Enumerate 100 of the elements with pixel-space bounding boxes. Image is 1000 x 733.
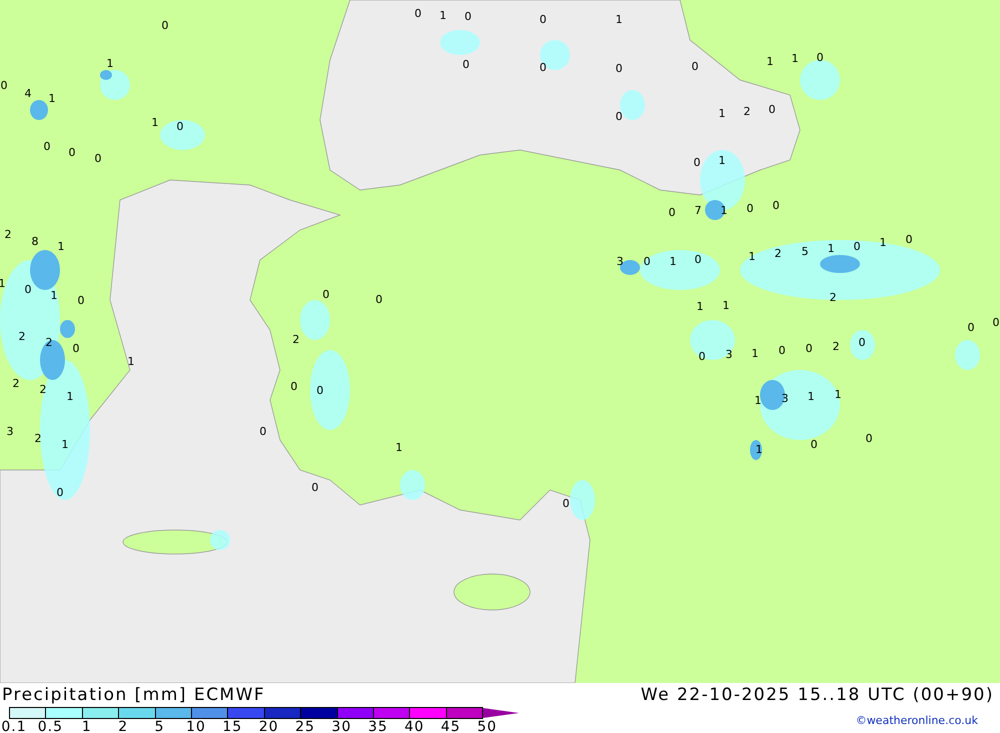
precipitation-value: 1	[766, 55, 774, 68]
precipitation-value: 1	[754, 394, 762, 407]
precipitation-value: 0	[56, 486, 64, 499]
precipitation-value: 3	[726, 348, 732, 361]
precipitation-value: 0	[376, 293, 382, 306]
precipitation-value: 0	[176, 120, 184, 133]
precipitation-value: 1	[720, 204, 728, 217]
precipitation-value: 2	[292, 333, 300, 346]
precipitation-value: 1	[696, 300, 704, 313]
precipitation-value: 1	[718, 107, 726, 120]
precipitation-value: 3	[782, 392, 788, 405]
precipitation-value: 1	[722, 299, 730, 312]
precipitation-value: 0	[94, 152, 102, 165]
precipitation-value: 0	[906, 233, 912, 246]
scale-tick-label: 1	[82, 719, 92, 733]
scale-tick-label: 10	[186, 719, 206, 733]
precipitation-value: 0	[810, 438, 818, 451]
precipitation-value: 0	[772, 199, 780, 212]
precipitation-value: 1	[0, 277, 6, 290]
precipitation-value: 0	[260, 425, 266, 438]
precipitation-value: 0	[72, 342, 80, 355]
precipitation-value: 0	[694, 156, 700, 169]
precipitation-value: 1	[48, 92, 56, 105]
precipitation-value: 0	[992, 316, 1000, 329]
precipitation-value: 8	[32, 235, 38, 248]
precipitation-value: 5	[802, 245, 808, 258]
scale-tick-label: 20	[258, 719, 279, 733]
scale-tick-label: 5	[154, 719, 165, 733]
precipitation-value: 1	[66, 390, 74, 403]
precipitation-value: 0	[540, 61, 546, 74]
precipitation-value: 1	[752, 347, 758, 360]
precipitation-value: 1	[128, 355, 134, 368]
credit-link[interactable]: ©weatheronline.co.uk	[856, 714, 978, 726]
precipitation-value: 1	[58, 240, 64, 253]
scale-tick-label: 40	[404, 719, 424, 733]
precipitation-value: 0	[858, 336, 866, 349]
precipitation-value: 0	[616, 62, 622, 75]
precipitation-value: 1	[756, 443, 762, 456]
precipitation-value: 0	[44, 140, 50, 153]
precipitation-value: 3	[6, 425, 14, 438]
precipitation-value: 1	[616, 13, 622, 26]
precipitation-value: 0	[866, 432, 872, 445]
scale-tick-label: 30	[332, 719, 352, 733]
scale-tick-label: 2	[118, 719, 128, 733]
precipitation-value: 7	[694, 204, 702, 217]
precipitation-value: 2	[34, 432, 42, 445]
precipitation-value: 1	[396, 441, 402, 454]
scale-tick-label: 15	[222, 719, 242, 733]
precipitation-value: 0	[668, 206, 676, 219]
precipitation-value: 0	[24, 283, 32, 296]
precipitation-value: 2	[774, 247, 782, 260]
scale-tick-label: 0.5	[38, 719, 64, 733]
precipitation-value: 1	[828, 242, 834, 255]
precipitation-value: 4	[24, 87, 32, 100]
precipitation-value: 2	[832, 340, 840, 353]
precipitation-value: 0	[746, 202, 754, 215]
precipitation-value: 0	[698, 350, 706, 363]
precipitation-value: 1	[50, 289, 58, 302]
precipitation-value: 0	[644, 255, 650, 268]
precipitation-value: 2	[40, 383, 46, 396]
precipitation-value: 0	[316, 384, 324, 397]
precipitation-value: 2	[744, 105, 750, 118]
precipitation-value: 0	[768, 103, 776, 116]
precipitation-value: 1	[152, 116, 158, 129]
precipitation-value: 1	[718, 154, 726, 167]
precipitation-value: 0	[312, 481, 318, 494]
precipitation-value: 2	[4, 228, 12, 241]
scale-tick-label: 45	[440, 719, 461, 733]
valid-time: We 22-10-2025 15..18 UTC (00+90)	[640, 685, 994, 707]
precipitation-value: 0	[462, 58, 470, 71]
precipitation-value: 0	[464, 10, 472, 23]
precipitation-value: 1	[834, 388, 842, 401]
precipitation-value: 0	[778, 344, 786, 357]
precipitation-value: 1	[792, 52, 798, 65]
precipitation-value: 0	[414, 7, 422, 20]
precipitation-value: 0	[290, 380, 298, 393]
precipitation-value: 0	[806, 342, 812, 355]
precipitation-value: 0	[322, 288, 330, 301]
precipitation-value: 2	[12, 377, 20, 390]
scale-tick-label: 0.1	[1, 719, 27, 733]
precipitation-value: 0	[68, 146, 76, 159]
precipitation-value: 1	[62, 438, 68, 451]
precipitation-value: 0	[616, 110, 622, 123]
precipitation-value: 1	[670, 255, 676, 268]
precipitation-value: 1	[748, 250, 756, 263]
precipitation-value: 0	[0, 79, 8, 92]
precipitation-value: 2	[830, 291, 836, 304]
precipitation-value: 0	[692, 60, 698, 73]
precipitation-value: 1	[808, 390, 814, 403]
precipitation-value: 1	[880, 236, 886, 249]
scale-tick-label: 25	[295, 719, 316, 733]
precipitation-value: 3	[616, 255, 624, 268]
precipitation-value: 2	[18, 330, 26, 343]
precipitation-value: 0	[162, 19, 168, 32]
precipitation-value: 0	[816, 51, 824, 64]
precipitation-value: 1	[440, 9, 446, 22]
precipitation-value: 2	[46, 336, 52, 349]
scale-tick-label: 50	[477, 719, 498, 733]
precipitation-value: 1	[106, 57, 114, 70]
precipitation-value: 0	[540, 13, 546, 26]
